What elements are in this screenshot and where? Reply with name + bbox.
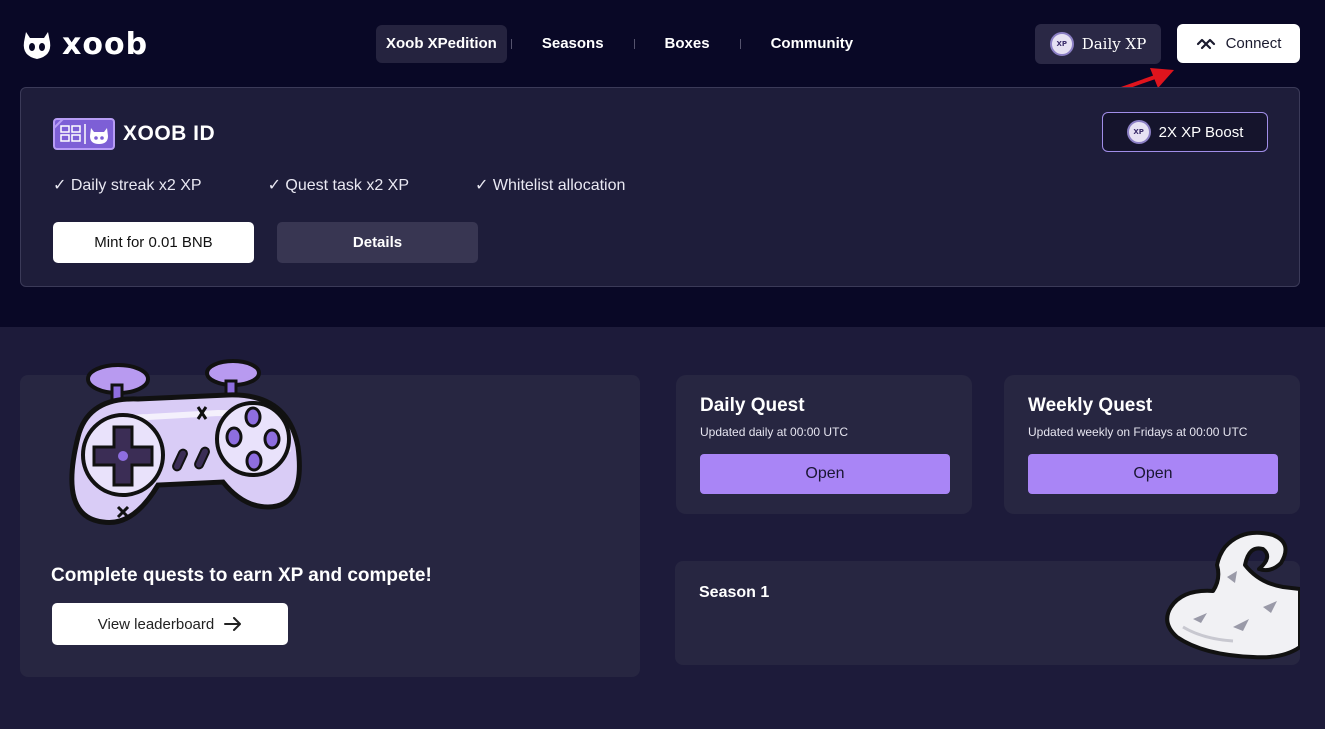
daily-quest-open-button[interactable]: Open [700, 454, 950, 494]
brand-logo[interactable]: xoob [20, 27, 148, 62]
weekly-quest-open-button[interactable]: Open [1028, 454, 1278, 494]
daily-xp-label: Daily XP [1081, 35, 1147, 53]
xp-coin-icon: XP [1049, 32, 1074, 56]
arrow-right-icon [224, 617, 242, 631]
season-title: Season 1 [699, 584, 770, 601]
season-card[interactable]: Season 1 [675, 530, 1300, 665]
main-nav: Xoob XPedition Seasons Boxes Community [376, 25, 863, 63]
quests-heading: Complete quests to earn XP and compete! [51, 565, 432, 586]
benefit-item: ✓ Whitelist allocation [475, 177, 626, 194]
brand-name: xoob [62, 27, 149, 62]
daily-quest-title: Daily Quest [700, 395, 805, 416]
daily-quest-card: Daily Quest Updated daily at 00:00 UTC O… [676, 375, 972, 514]
benefit-item: ✓ Daily streak x2 XP [53, 177, 202, 194]
connect-button[interactable]: Connect [1177, 24, 1300, 63]
weekly-quest-card: Weekly Quest Updated weekly on Fridays a… [1004, 375, 1300, 514]
weekly-quest-subtitle: Updated weekly on Fridays at 00:00 UTC [1028, 425, 1248, 439]
xoob-id-badge-icon [53, 118, 115, 150]
benefits-list: ✓ Daily streak x2 XP ✓ Quest task x2 XP … [53, 175, 691, 195]
nav-item-xoob-xpedition[interactable]: Xoob XPedition [376, 25, 507, 63]
nav-divider [633, 39, 635, 49]
daily-quest-subtitle: Updated daily at 00:00 UTC [700, 425, 849, 439]
flexing-arm-illustration-icon [1165, 530, 1300, 660]
xp-coin-icon: XP [1126, 120, 1151, 144]
wallet-connect-icon [1196, 38, 1215, 49]
connect-label: Connect [1225, 35, 1282, 52]
xp-boost-button[interactable]: XP 2X XP Boost [1102, 112, 1268, 152]
xoob-id-title: XOOB ID [123, 122, 216, 145]
mint-button[interactable]: Mint for 0.01 BNB [53, 222, 254, 263]
nav-item-seasons[interactable]: Seasons [532, 25, 614, 63]
xoob-id-header: XOOB ID [53, 118, 215, 150]
nav-divider [510, 39, 512, 49]
game-controller-illustration-icon [69, 359, 302, 526]
xoob-mascot-icon [23, 31, 51, 59]
details-button[interactable]: Details [277, 222, 478, 263]
view-leaderboard-button[interactable]: View leaderboard [52, 603, 288, 645]
xp-boost-label: 2X XP Boost [1158, 123, 1244, 141]
benefit-item: ✓ Quest task x2 XP [267, 177, 410, 194]
view-leaderboard-label: View leaderboard [97, 615, 215, 633]
weekly-quest-title: Weekly Quest [1028, 395, 1153, 416]
nav-divider [739, 39, 741, 49]
quests-card: Complete quests to earn XP and compete! … [20, 359, 640, 677]
nav-item-boxes[interactable]: Boxes [655, 25, 720, 63]
nav-item-community[interactable]: Community [761, 25, 864, 63]
xoob-id-card: XOOB ID XP 2X XP Boost ✓ Daily streak x2… [20, 87, 1300, 287]
daily-xp-button[interactable]: XP Daily XP [1035, 24, 1161, 64]
